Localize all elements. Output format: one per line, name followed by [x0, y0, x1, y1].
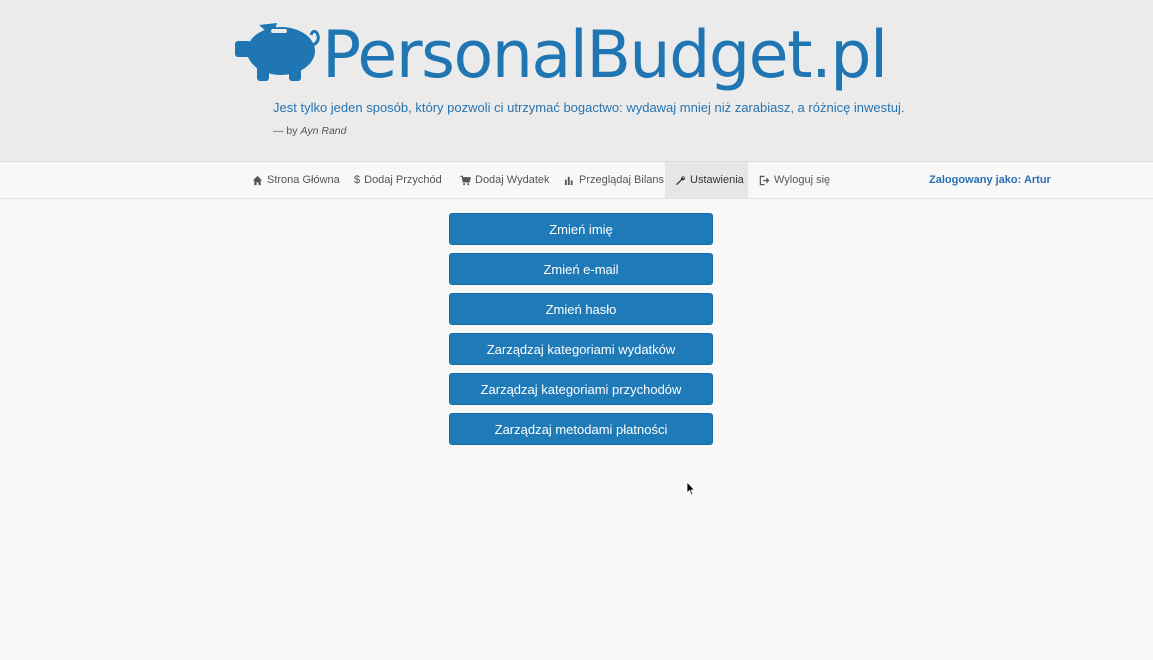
home-icon — [252, 175, 263, 186]
change-email-button[interactable]: Zmień e-mail — [449, 253, 713, 285]
nav-balance[interactable]: Przeglądaj Bilans — [556, 162, 672, 198]
navbar: Strona Główna $ Dodaj Przychód Dodaj Wyd… — [0, 161, 1153, 199]
nav-home-label: Strona Główna — [267, 174, 340, 186]
nav-settings-label: Ustawienia — [690, 174, 744, 186]
nav-add-expense[interactable]: Dodaj Wydatek — [452, 162, 558, 198]
manage-expense-categories-button[interactable]: Zarządzaj kategoriami wydatków — [449, 333, 713, 365]
nav-add-expense-label: Dodaj Wydatek — [475, 174, 550, 186]
piggy-bank-icon — [235, 23, 320, 81]
cart-icon — [460, 175, 471, 186]
wrench-icon — [675, 175, 686, 186]
nav-balance-label: Przeglądaj Bilans — [579, 174, 664, 186]
quote-author: — by Ayn Rand — [273, 125, 346, 137]
brand-title: PersonalBudget.pl — [322, 18, 888, 93]
quote-text: Jest tylko jeden sposób, który pozwoli c… — [273, 100, 905, 115]
nav-add-income-label: Dodaj Przychód — [364, 174, 442, 186]
manage-income-categories-button[interactable]: Zarządzaj kategoriami przychodów — [449, 373, 713, 405]
nav-logout[interactable]: Wyloguj się — [751, 162, 838, 198]
header: PersonalBudget.pl Jest tylko jeden sposó… — [0, 0, 1153, 161]
logout-icon — [759, 175, 770, 186]
nav-logout-label: Wyloguj się — [774, 174, 831, 186]
mouse-cursor-icon — [686, 481, 696, 496]
nav-settings[interactable]: Ustawienia — [665, 162, 748, 198]
logged-in-label: Zalogowany jako: Artur — [929, 174, 1051, 186]
change-password-button[interactable]: Zmień hasło — [449, 293, 713, 325]
nav-home[interactable]: Strona Główna — [244, 162, 348, 198]
bar-chart-icon — [564, 175, 575, 186]
dollar-icon: $ — [354, 174, 361, 186]
nav-add-income[interactable]: $ Dodaj Przychód — [346, 162, 450, 198]
manage-payment-methods-button[interactable]: Zarządzaj metodami płatności — [449, 413, 713, 445]
author-prefix: — by — [273, 125, 298, 137]
change-name-button[interactable]: Zmień imię — [449, 213, 713, 245]
author-name: Ayn Rand — [300, 125, 347, 137]
